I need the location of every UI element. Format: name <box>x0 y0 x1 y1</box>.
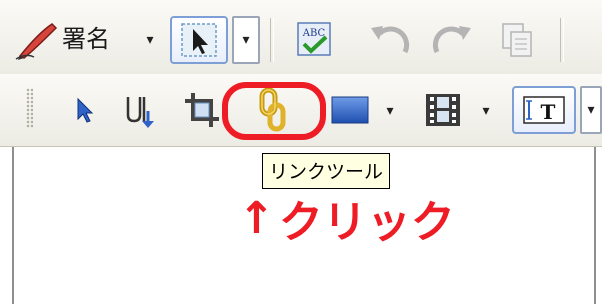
toolbar-separator <box>270 18 274 62</box>
undo-button[interactable] <box>362 16 418 64</box>
select-stamp-icon <box>181 23 217 57</box>
signature-dropdown[interactable]: ▾ <box>140 24 160 56</box>
copy-button[interactable] <box>494 16 540 64</box>
svg-text:T: T <box>541 100 556 124</box>
touchup-text-icon <box>126 97 154 128</box>
redo-icon <box>432 26 471 54</box>
spell-check-button[interactable]: ABC <box>290 16 340 64</box>
rectangle-tool-dropdown[interactable]: ▾ <box>380 98 400 124</box>
signature-label: 署名 <box>62 25 110 53</box>
text-field-icon: T <box>523 96 565 124</box>
spell-check-icon: ABC <box>297 22 331 56</box>
touchup-text-tool-button[interactable] <box>118 88 166 132</box>
click-instruction: ↑ クリック <box>238 190 455 249</box>
select-stamp-button[interactable] <box>170 16 228 64</box>
crop-tool-button[interactable] <box>180 88 224 132</box>
film-strip-icon <box>426 94 460 126</box>
movie-tool-button[interactable] <box>418 88 468 132</box>
toolbar-signature: 署名 ▾ ▾ ABC <box>0 0 602 75</box>
select-stamp-dropdown[interactable]: ▾ <box>232 16 260 64</box>
text-field-tool-button[interactable]: T <box>512 86 576 134</box>
select-arrow-icon <box>77 97 94 123</box>
rectangle-icon <box>331 96 369 124</box>
redo-button[interactable] <box>424 16 480 64</box>
text-field-tool-dropdown[interactable]: ▾ <box>580 86 602 134</box>
signature-pen-icon[interactable] <box>14 20 58 60</box>
svg-text:ABC: ABC <box>302 28 326 39</box>
toolbar-separator <box>560 18 564 62</box>
movie-tool-dropdown[interactable]: ▾ <box>476 98 496 124</box>
click-instruction-text: クリック <box>278 197 455 248</box>
copy-icon <box>502 23 532 57</box>
rectangle-tool-button[interactable] <box>326 88 374 132</box>
select-tool-button[interactable] <box>64 88 104 132</box>
toolbar-grip <box>26 88 33 128</box>
up-arrow-icon: ↑ <box>238 192 275 244</box>
undo-icon <box>371 26 410 54</box>
acrobat-toolbar-screenshot: 署名 ▾ ▾ ABC ▾ ▾ T ▾ リンクツール ↑ クリック <box>0 0 602 304</box>
crop-icon <box>185 93 219 127</box>
highlight-circle <box>222 82 326 140</box>
link-tool-tooltip: リンクツール <box>262 153 391 189</box>
